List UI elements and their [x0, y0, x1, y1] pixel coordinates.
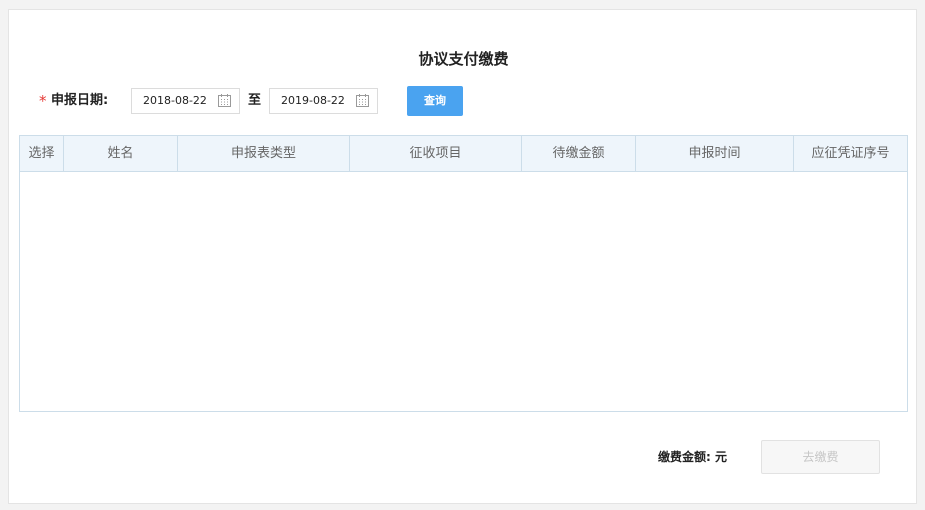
- main-panel: 协议支付缴费 * 申报日期: 2018-08-22 至 2019-08-22 查…: [8, 9, 917, 504]
- column-header-form-type[interactable]: 申报表类型: [178, 136, 350, 171]
- table-body: [20, 172, 907, 411]
- start-date-input[interactable]: 2018-08-22: [131, 88, 240, 114]
- search-button[interactable]: 查询: [407, 86, 463, 116]
- amount-label: 缴费金额: 元: [658, 448, 727, 466]
- column-header-amount-due[interactable]: 待缴金额: [522, 136, 636, 171]
- column-header-name[interactable]: 姓名: [64, 136, 178, 171]
- start-date-value: 2018-08-22: [143, 94, 207, 107]
- column-header-voucher-no[interactable]: 应征凭证序号: [794, 136, 907, 171]
- amount-value: 元: [715, 450, 728, 464]
- calendar-icon[interactable]: [356, 94, 369, 107]
- date-label: 申报日期:: [51, 93, 109, 108]
- column-header-levy-item[interactable]: 征收项目: [350, 136, 522, 171]
- pay-button[interactable]: 去缴费: [761, 440, 880, 474]
- payment-footer: 缴费金额: 元 去缴费: [9, 440, 918, 474]
- query-form: * 申报日期: 2018-08-22 至 2019-08-22 查询: [9, 86, 918, 116]
- column-header-select[interactable]: 选择: [20, 136, 64, 171]
- end-date-input[interactable]: 2019-08-22: [269, 88, 378, 114]
- to-label: 至: [248, 93, 262, 108]
- calendar-icon[interactable]: [218, 94, 231, 107]
- end-date-value: 2019-08-22: [281, 94, 345, 107]
- payment-table: 选择 姓名 申报表类型 征收项目 待缴金额 申报时间 应征凭证序号: [19, 135, 908, 412]
- table-header: 选择 姓名 申报表类型 征收项目 待缴金额 申报时间 应征凭证序号: [20, 136, 907, 172]
- amount-label-text: 缴费金额:: [658, 450, 711, 464]
- column-header-declare-time[interactable]: 申报时间: [636, 136, 794, 171]
- required-mark: *: [39, 92, 47, 110]
- page-title: 协议支付缴费: [418, 50, 509, 68]
